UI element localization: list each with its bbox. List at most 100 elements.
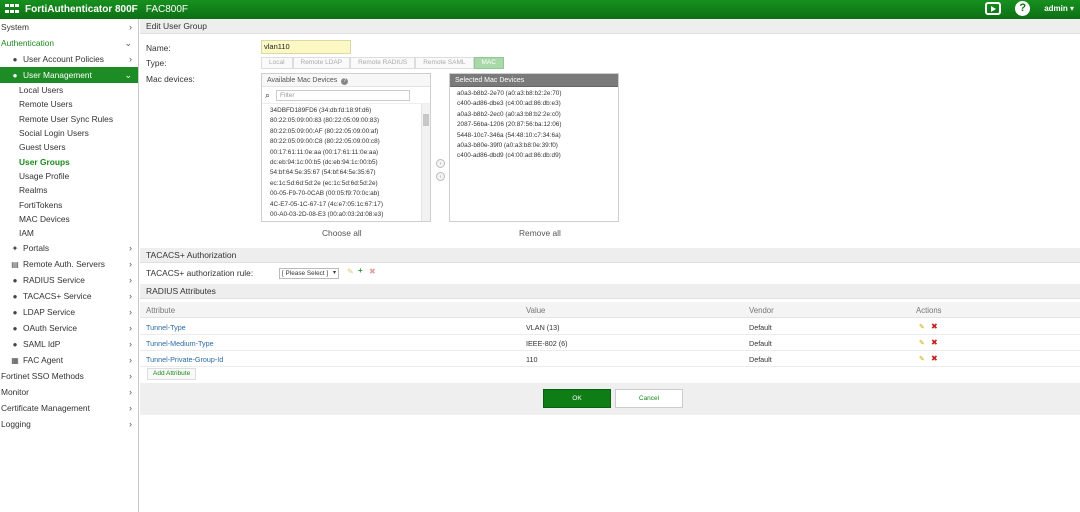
- sidebar-item-iam[interactable]: IAM: [0, 226, 138, 240]
- type-remote-ldap-button[interactable]: Remote LDAP: [292, 57, 351, 69]
- available-mac-item[interactable]: 4C-E7-05-1C-67-17 (4c:e7:05:1c:67:17): [262, 200, 430, 210]
- edit-pencil-icon[interactable]: ✎: [919, 339, 926, 347]
- sidebar-item-remote-user-sync-rules[interactable]: Remote User Sync Rules: [0, 112, 138, 126]
- sidebar-item-label: Realms: [19, 185, 48, 196]
- selected-mac-item[interactable]: 2087-56ba-1206 (20:87:56:ba:12:06): [450, 120, 618, 130]
- chevron-right-icon: ›: [129, 323, 132, 334]
- chevron-right-icon: ›: [129, 419, 132, 430]
- table-row[interactable]: Tunnel-Private-Group-Id 110 Default ✎ ✖: [140, 351, 1080, 367]
- sidebar-item-fortinet-sso-methods[interactable]: Fortinet SSO Methods ›: [0, 368, 138, 384]
- selected-mac-devices-header: Selected Mac Devices: [450, 74, 618, 87]
- attribute-link[interactable]: Tunnel-Private-Group-Id: [146, 355, 223, 364]
- sidebar-item-logging[interactable]: Logging ›: [0, 416, 138, 432]
- add-attribute-button[interactable]: Add Attribute: [147, 368, 197, 380]
- available-mac-item[interactable]: 34DBFD189FD6 (34:db:fd:18:9f:d6): [262, 106, 430, 116]
- type-label: Type:: [146, 58, 167, 68]
- choose-all-link[interactable]: Choose all: [322, 228, 362, 238]
- selected-mac-item[interactable]: a0a3-b8b2-2e70 (a0:a3:b8:b2:2e:70): [450, 89, 618, 99]
- sidebar-item-remote-auth-servers[interactable]: ▤ Remote Auth. Servers ›: [0, 256, 138, 272]
- available-mac-item[interactable]: 80:22:05:09:00:83 (80:22:05:09:00:83): [262, 116, 430, 126]
- selected-mac-item[interactable]: a0a3-b80e-39f0 (a0:a3:b8:0e:39:f0): [450, 141, 618, 151]
- column-header-attribute: Attribute: [146, 306, 176, 315]
- available-mac-item[interactable]: 00-A0-03-2D-08-E3 (00:a0:03:2d:08:e3): [262, 210, 430, 220]
- type-mac-button[interactable]: MAC: [473, 57, 504, 69]
- sidebar-item-user-management[interactable]: ● User Management ⌄: [0, 67, 138, 83]
- sidebar-item-social-login-users[interactable]: Social Login Users: [0, 126, 138, 140]
- sidebar-item-realms[interactable]: Realms: [0, 183, 138, 197]
- chevron-right-icon: ›: [129, 371, 132, 382]
- column-header-value: Value: [526, 306, 546, 315]
- sidebar-item-portals[interactable]: ✦ Portals ›: [0, 240, 138, 256]
- selected-mac-item[interactable]: a0a3-b8b2-2ec0 (a0:a3:b8:b2:2e:c0): [450, 110, 618, 120]
- available-list-scrollbar[interactable]: [421, 104, 430, 221]
- sidebar-item-usage-profile[interactable]: Usage Profile: [0, 169, 138, 183]
- available-mac-devices-header: Available Mac Devices ?: [262, 74, 430, 87]
- sidebar-item-fortitokens[interactable]: FortiTokens: [0, 197, 138, 211]
- filter-row: ⌕ Filter: [262, 87, 430, 103]
- available-mac-item[interactable]: 00:17:61:11:0e:aa (00:17:61:11:0e:aa): [262, 148, 430, 158]
- scrollbar-thumb[interactable]: [423, 114, 429, 126]
- sidebar-item-tacacs-service[interactable]: ● TACACS+ Service ›: [0, 288, 138, 304]
- sidebar-item-authentication[interactable]: Authentication ⌄: [0, 35, 138, 51]
- video-play-icon[interactable]: [985, 2, 1002, 15]
- chevron-right-icon: ›: [129, 387, 132, 398]
- delete-x-icon[interactable]: ✖: [931, 354, 938, 363]
- type-selector: Local Remote LDAP Remote RADIUS Remote S…: [261, 57, 504, 69]
- sidebar-item-system[interactable]: System ›: [0, 19, 138, 35]
- table-row[interactable]: Tunnel-Type VLAN (13) Default ✎ ✖: [140, 319, 1080, 335]
- cancel-button[interactable]: Cancel: [615, 389, 683, 408]
- main-content: Edit User Group Name: vlan110 Type: Loca…: [140, 19, 1080, 512]
- delete-x-icon[interactable]: ✖: [931, 322, 938, 331]
- sidebar-item-fac-agent[interactable]: ▦ FAC Agent ›: [0, 352, 138, 368]
- sidebar-item-user-account-policies[interactable]: ● User Account Policies ›: [0, 51, 138, 67]
- available-mac-item[interactable]: 80:22:05:09:00:AF (80:22:05:09:00:af): [262, 127, 430, 137]
- sidebar-item-saml-idp[interactable]: ● SAML IdP ›: [0, 336, 138, 352]
- name-field[interactable]: vlan110: [261, 40, 351, 54]
- ok-button[interactable]: OK: [543, 389, 611, 408]
- sidebar-item-certificate-management[interactable]: Certificate Management ›: [0, 400, 138, 416]
- selected-mac-item[interactable]: c400-ad86-dbd9 (c4:00:ad:86:db:d9): [450, 151, 618, 161]
- chevron-down-icon: ⌄: [124, 70, 132, 80]
- add-plus-icon[interactable]: +: [358, 266, 363, 275]
- filter-input[interactable]: Filter: [276, 89, 411, 101]
- sidebar-item-local-users[interactable]: Local Users: [0, 83, 138, 97]
- tacacs-rule-select[interactable]: [ Please Select ] ▾: [279, 268, 339, 279]
- available-mac-item[interactable]: dc:eb:94:1c:00:b5 (dc:eb:94:1c:00:b5): [262, 158, 430, 168]
- admin-menu[interactable]: admin ▾: [1044, 4, 1074, 13]
- available-mac-item[interactable]: ec:1c:5d:6d:5d:2e (ec:1c:5d:6d:5d:2e): [262, 179, 430, 189]
- move-right-button[interactable]: ›: [436, 159, 445, 168]
- type-remote-radius-button[interactable]: Remote RADIUS: [350, 57, 416, 69]
- remove-all-link[interactable]: Remove all: [519, 228, 561, 238]
- help-icon[interactable]: ?: [1015, 1, 1031, 16]
- sidebar-item-ldap-service[interactable]: ● LDAP Service ›: [0, 304, 138, 320]
- attribute-link[interactable]: Tunnel-Type: [146, 323, 186, 332]
- type-local-button[interactable]: Local: [261, 57, 293, 69]
- sidebar-item-user-groups[interactable]: User Groups: [0, 154, 138, 168]
- chevron-right-icon: ›: [129, 291, 132, 302]
- sidebar-item-remote-users[interactable]: Remote Users: [0, 97, 138, 111]
- edit-pencil-icon[interactable]: ✎: [919, 323, 926, 331]
- available-mac-list[interactable]: 34DBFD189FD6 (34:db:fd:18:9f:d6) 80:22:05…: [262, 103, 430, 220]
- edit-pencil-icon[interactable]: ✎: [919, 355, 926, 363]
- sidebar-item-mac-devices[interactable]: MAC Devices: [0, 212, 138, 226]
- sidebar-item-label: IAM: [19, 228, 34, 239]
- edit-pencil-icon[interactable]: ✎: [347, 267, 354, 276]
- available-mac-item[interactable]: 54:bf:64:5e:35:67 (54:bf:64:5e:35:67): [262, 168, 430, 178]
- available-mac-item[interactable]: 00-05-F9-70-0CAB (00:05:f9:70:0c:ab): [262, 189, 430, 199]
- delete-x-icon[interactable]: ✖: [931, 338, 938, 347]
- selected-mac-item[interactable]: c400-ad86-dbe3 (c4:00:ad:86:db:e3): [450, 99, 618, 109]
- sidebar-item-oauth-service[interactable]: ● OAuth Service ›: [0, 320, 138, 336]
- chevron-right-icon: ›: [129, 22, 132, 32]
- selected-mac-item[interactable]: 5448-10c7-346a (54:48:10:c7:34:6a): [450, 131, 618, 141]
- table-row[interactable]: Tunnel-Medium-Type IEEE-802 (6) Default ✎ ✖: [140, 335, 1080, 351]
- move-left-button[interactable]: ‹: [436, 172, 445, 181]
- attribute-link[interactable]: Tunnel-Medium-Type: [146, 339, 214, 348]
- sidebar-item-guest-users[interactable]: Guest Users: [0, 140, 138, 154]
- available-mac-item[interactable]: 80:22:05:09:00:C8 (80:22:05:09:00:c8): [262, 137, 430, 147]
- sidebar-item-monitor[interactable]: Monitor ›: [0, 384, 138, 400]
- sidebar-item-radius-service[interactable]: ● RADIUS Service ›: [0, 272, 138, 288]
- delete-x-icon[interactable]: ✖: [369, 267, 376, 276]
- selected-mac-list[interactable]: a0a3-b8b2-2e70 (a0:a3:b8:b2:2e:70) c400-a…: [450, 87, 618, 221]
- sidebar-item-label: User Management: [23, 70, 92, 80]
- type-remote-saml-button[interactable]: Remote SAML: [415, 57, 474, 69]
